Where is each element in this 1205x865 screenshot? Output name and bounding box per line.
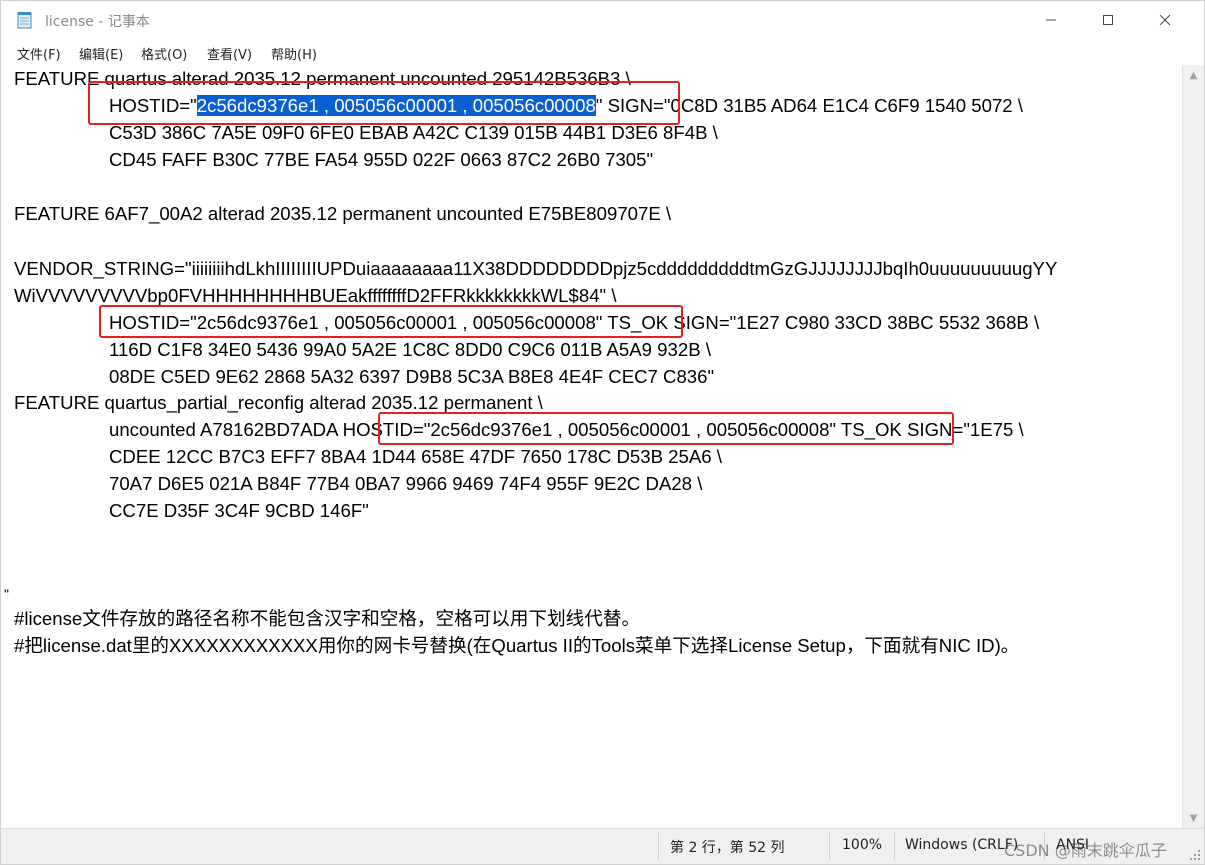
text-line: 08DE C5ED 9E62 2868 5A32 6397 D9B8 5C3A … xyxy=(109,366,715,387)
menu-view[interactable]: 查看(V) xyxy=(207,44,252,63)
highlight-box xyxy=(99,305,683,338)
notepad-window: license - 记事本 文件(F) 编辑(E) 格式(O) 查看(V) 帮助… xyxy=(0,0,1205,865)
maximize-icon xyxy=(1103,15,1113,25)
maximize-button[interactable] xyxy=(1080,1,1136,39)
status-divider xyxy=(894,832,895,860)
scroll-up-icon[interactable]: ▲ xyxy=(1183,65,1204,85)
menu-format[interactable]: 格式(O) xyxy=(141,44,187,63)
text-line: CC7E D35F 3C4F 9CBD 146F" xyxy=(109,500,369,521)
comment-line: #把license.dat里的XXXXXXXXXXXX用你的网卡号替换(在Qua… xyxy=(14,635,1020,656)
close-icon xyxy=(1159,14,1171,26)
highlight-box xyxy=(88,81,680,125)
minimize-button[interactable] xyxy=(1023,1,1079,39)
text-line: VENDOR_STRING="iiiiiiiihdLkhIIIIIIIIUPDu… xyxy=(14,258,1058,279)
stray-character: " xyxy=(4,586,9,602)
title-bar[interactable]: license - 记事本 xyxy=(1,1,1204,39)
status-bar: 第 2 行，第 52 列 100% Windows (CRLF) ANSI CS… xyxy=(1,828,1204,864)
line-ending: Windows (CRLF) xyxy=(905,837,1019,853)
text-line: CDEE 12CC B7C3 EFF7 8BA4 1D44 658E 47DF … xyxy=(109,446,722,467)
text-editor[interactable]: FEATURE quartus alterad 2035.12 permanen… xyxy=(1,65,1182,828)
minimize-icon xyxy=(1046,19,1056,21)
menu-bar: 文件(F) 编辑(E) 格式(O) 查看(V) 帮助(H) xyxy=(1,39,1204,65)
menu-edit[interactable]: 编辑(E) xyxy=(79,44,123,63)
text-line: CD45 FAFF B30C 77BE FA54 955D 022F 0663 … xyxy=(109,149,654,170)
text-line: 116D C1F8 34E0 5436 99A0 5A2E 1C8C 8DD0 … xyxy=(109,339,711,360)
text-line: FEATURE 6AF7_00A2 alterad 2035.12 perman… xyxy=(14,203,672,224)
cursor-position: 第 2 行，第 52 列 xyxy=(670,840,785,856)
status-divider xyxy=(829,832,830,860)
status-divider xyxy=(658,832,659,860)
close-button[interactable] xyxy=(1137,1,1193,39)
menu-file[interactable]: 文件(F) xyxy=(17,44,61,63)
watermark: CSDN @雨末跳伞瓜子 xyxy=(1004,841,1167,860)
resize-grip-icon[interactable] xyxy=(1189,849,1201,861)
menu-help[interactable]: 帮助(H) xyxy=(271,44,317,63)
comment-line: #license文件存放的路径名称不能包含汉字和空格，空格可以用下划线代替。 xyxy=(14,608,641,629)
text-line: 70A7 D6E5 021A B84F 77B4 0BA7 9966 9469 … xyxy=(109,473,703,494)
zoom-level: 100% xyxy=(842,837,883,853)
window-title: license - 记事本 xyxy=(45,14,150,30)
scroll-down-icon[interactable]: ▼ xyxy=(1183,808,1204,828)
notepad-icon xyxy=(17,12,32,29)
highlight-box xyxy=(378,412,954,445)
vertical-scrollbar[interactable]: ▲ ▼ xyxy=(1182,65,1204,828)
